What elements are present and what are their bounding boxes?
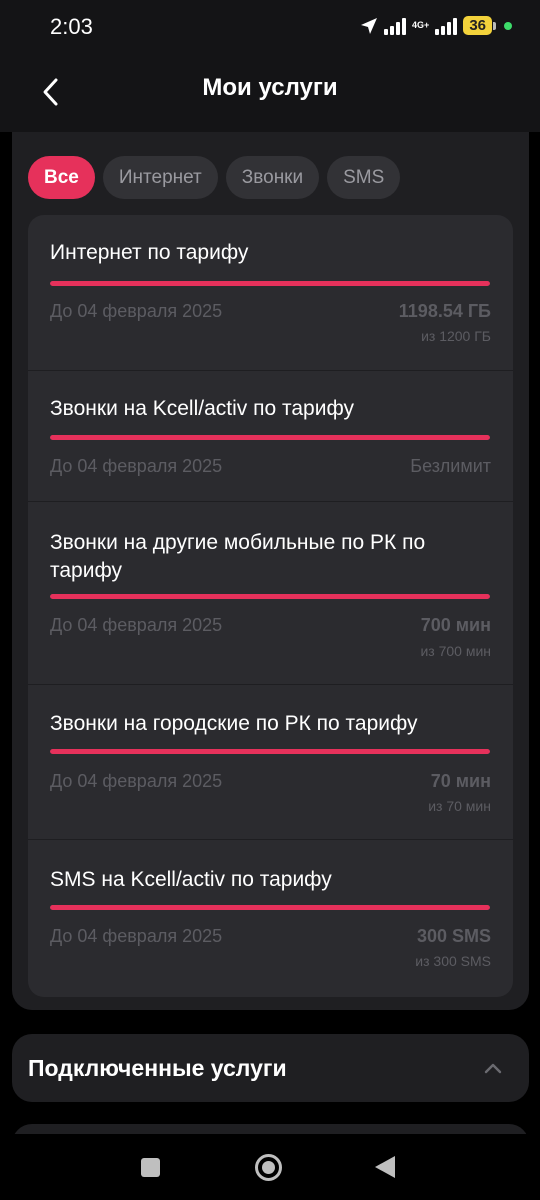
service-title: Интернет по тарифу	[50, 241, 249, 264]
service-list: Интернет по тарифу До 04 февраля 2025 11…	[28, 215, 513, 997]
filter-chip-sms[interactable]: SMS	[327, 156, 401, 199]
service-title: SMS на Kcell/activ по тарифу	[50, 868, 332, 891]
service-date: До 04 февраля 2025	[50, 771, 223, 791]
back-triangle-icon[interactable]	[375, 1156, 395, 1178]
filter-chip-calls[interactable]: Звонки	[225, 156, 320, 199]
service-date: До 04 февраля 2025	[50, 301, 223, 321]
service-title: Звонки на Kcell/activ по тарифу	[50, 397, 355, 420]
service-total: из 300 SMS	[415, 953, 491, 969]
recents-icon[interactable]	[141, 1158, 160, 1177]
service-item-calls-landline[interactable]: Звонки на городские по РК по тарифу До 0…	[28, 685, 513, 840]
service-title: Звонки на городские по РК по тарифу	[50, 712, 418, 735]
service-date: До 04 февраля 2025	[50, 926, 223, 946]
service-item-internet[interactable]: Интернет по тарифу До 04 февраля 2025 11…	[28, 215, 513, 371]
connected-services-section[interactable]: Подключенные услуги	[12, 1034, 529, 1102]
battery-icon: 36	[463, 16, 496, 35]
usage-bar-fill	[50, 594, 490, 599]
service-total: из 700 мин	[420, 643, 491, 659]
usage-bar-fill	[50, 749, 490, 754]
signal-icon-2	[435, 17, 458, 35]
service-title: Звонки на другие мобильные по РК по тари…	[50, 531, 426, 582]
system-navigation-bar	[0, 1134, 540, 1200]
location-arrow-icon	[361, 17, 378, 34]
filter-chips: Все Интернет Звонки SMS	[28, 156, 401, 199]
service-item-calls-mobile[interactable]: Звонки на другие мобильные по РК по тари…	[28, 502, 513, 685]
chevron-up-icon[interactable]	[483, 1058, 503, 1078]
service-date: До 04 февраля 2025	[50, 615, 223, 635]
usage-bar	[50, 594, 490, 599]
filter-chip-all[interactable]: Все	[28, 156, 95, 199]
usage-bar	[50, 905, 490, 910]
service-total: из 1200 ГБ	[421, 328, 491, 344]
app-header: Мои услуги	[0, 56, 540, 132]
network-type: 4G+	[412, 20, 430, 30]
home-icon[interactable]	[255, 1154, 282, 1181]
service-amount: 300 SMS	[416, 926, 491, 946]
status-bar: 2:03 4G+ 36	[0, 0, 540, 56]
status-icons: 4G+ 36	[360, 16, 512, 35]
usage-bar-fill	[50, 435, 490, 440]
usage-bar-fill	[50, 905, 490, 910]
service-date: До 04 февраля 2025	[50, 456, 223, 476]
service-amount: Безлимит	[410, 456, 491, 476]
status-time: 2:03	[50, 14, 93, 39]
connected-services-title: Подключенные услуги	[28, 1055, 287, 1081]
privacy-dot-icon	[504, 21, 512, 30]
usage-bar-fill	[50, 281, 490, 286]
usage-bar	[50, 281, 490, 286]
service-total: из 70 мин	[428, 798, 491, 814]
service-item-sms[interactable]: SMS на Kcell/activ по тарифу До 04 февра…	[28, 840, 513, 997]
service-amount: 700 мин	[420, 615, 491, 635]
service-amount: 1198.54 ГБ	[398, 301, 491, 321]
usage-bar	[50, 435, 490, 440]
usage-bar	[50, 749, 490, 754]
page-title: Мои услуги	[202, 74, 338, 101]
service-amount: 70 мин	[430, 771, 491, 791]
service-item-calls-kcell[interactable]: Звонки на Kcell/activ по тарифу До 04 фе…	[28, 371, 513, 502]
signal-icon	[384, 17, 407, 35]
filter-chip-internet[interactable]: Интернет	[102, 156, 218, 199]
